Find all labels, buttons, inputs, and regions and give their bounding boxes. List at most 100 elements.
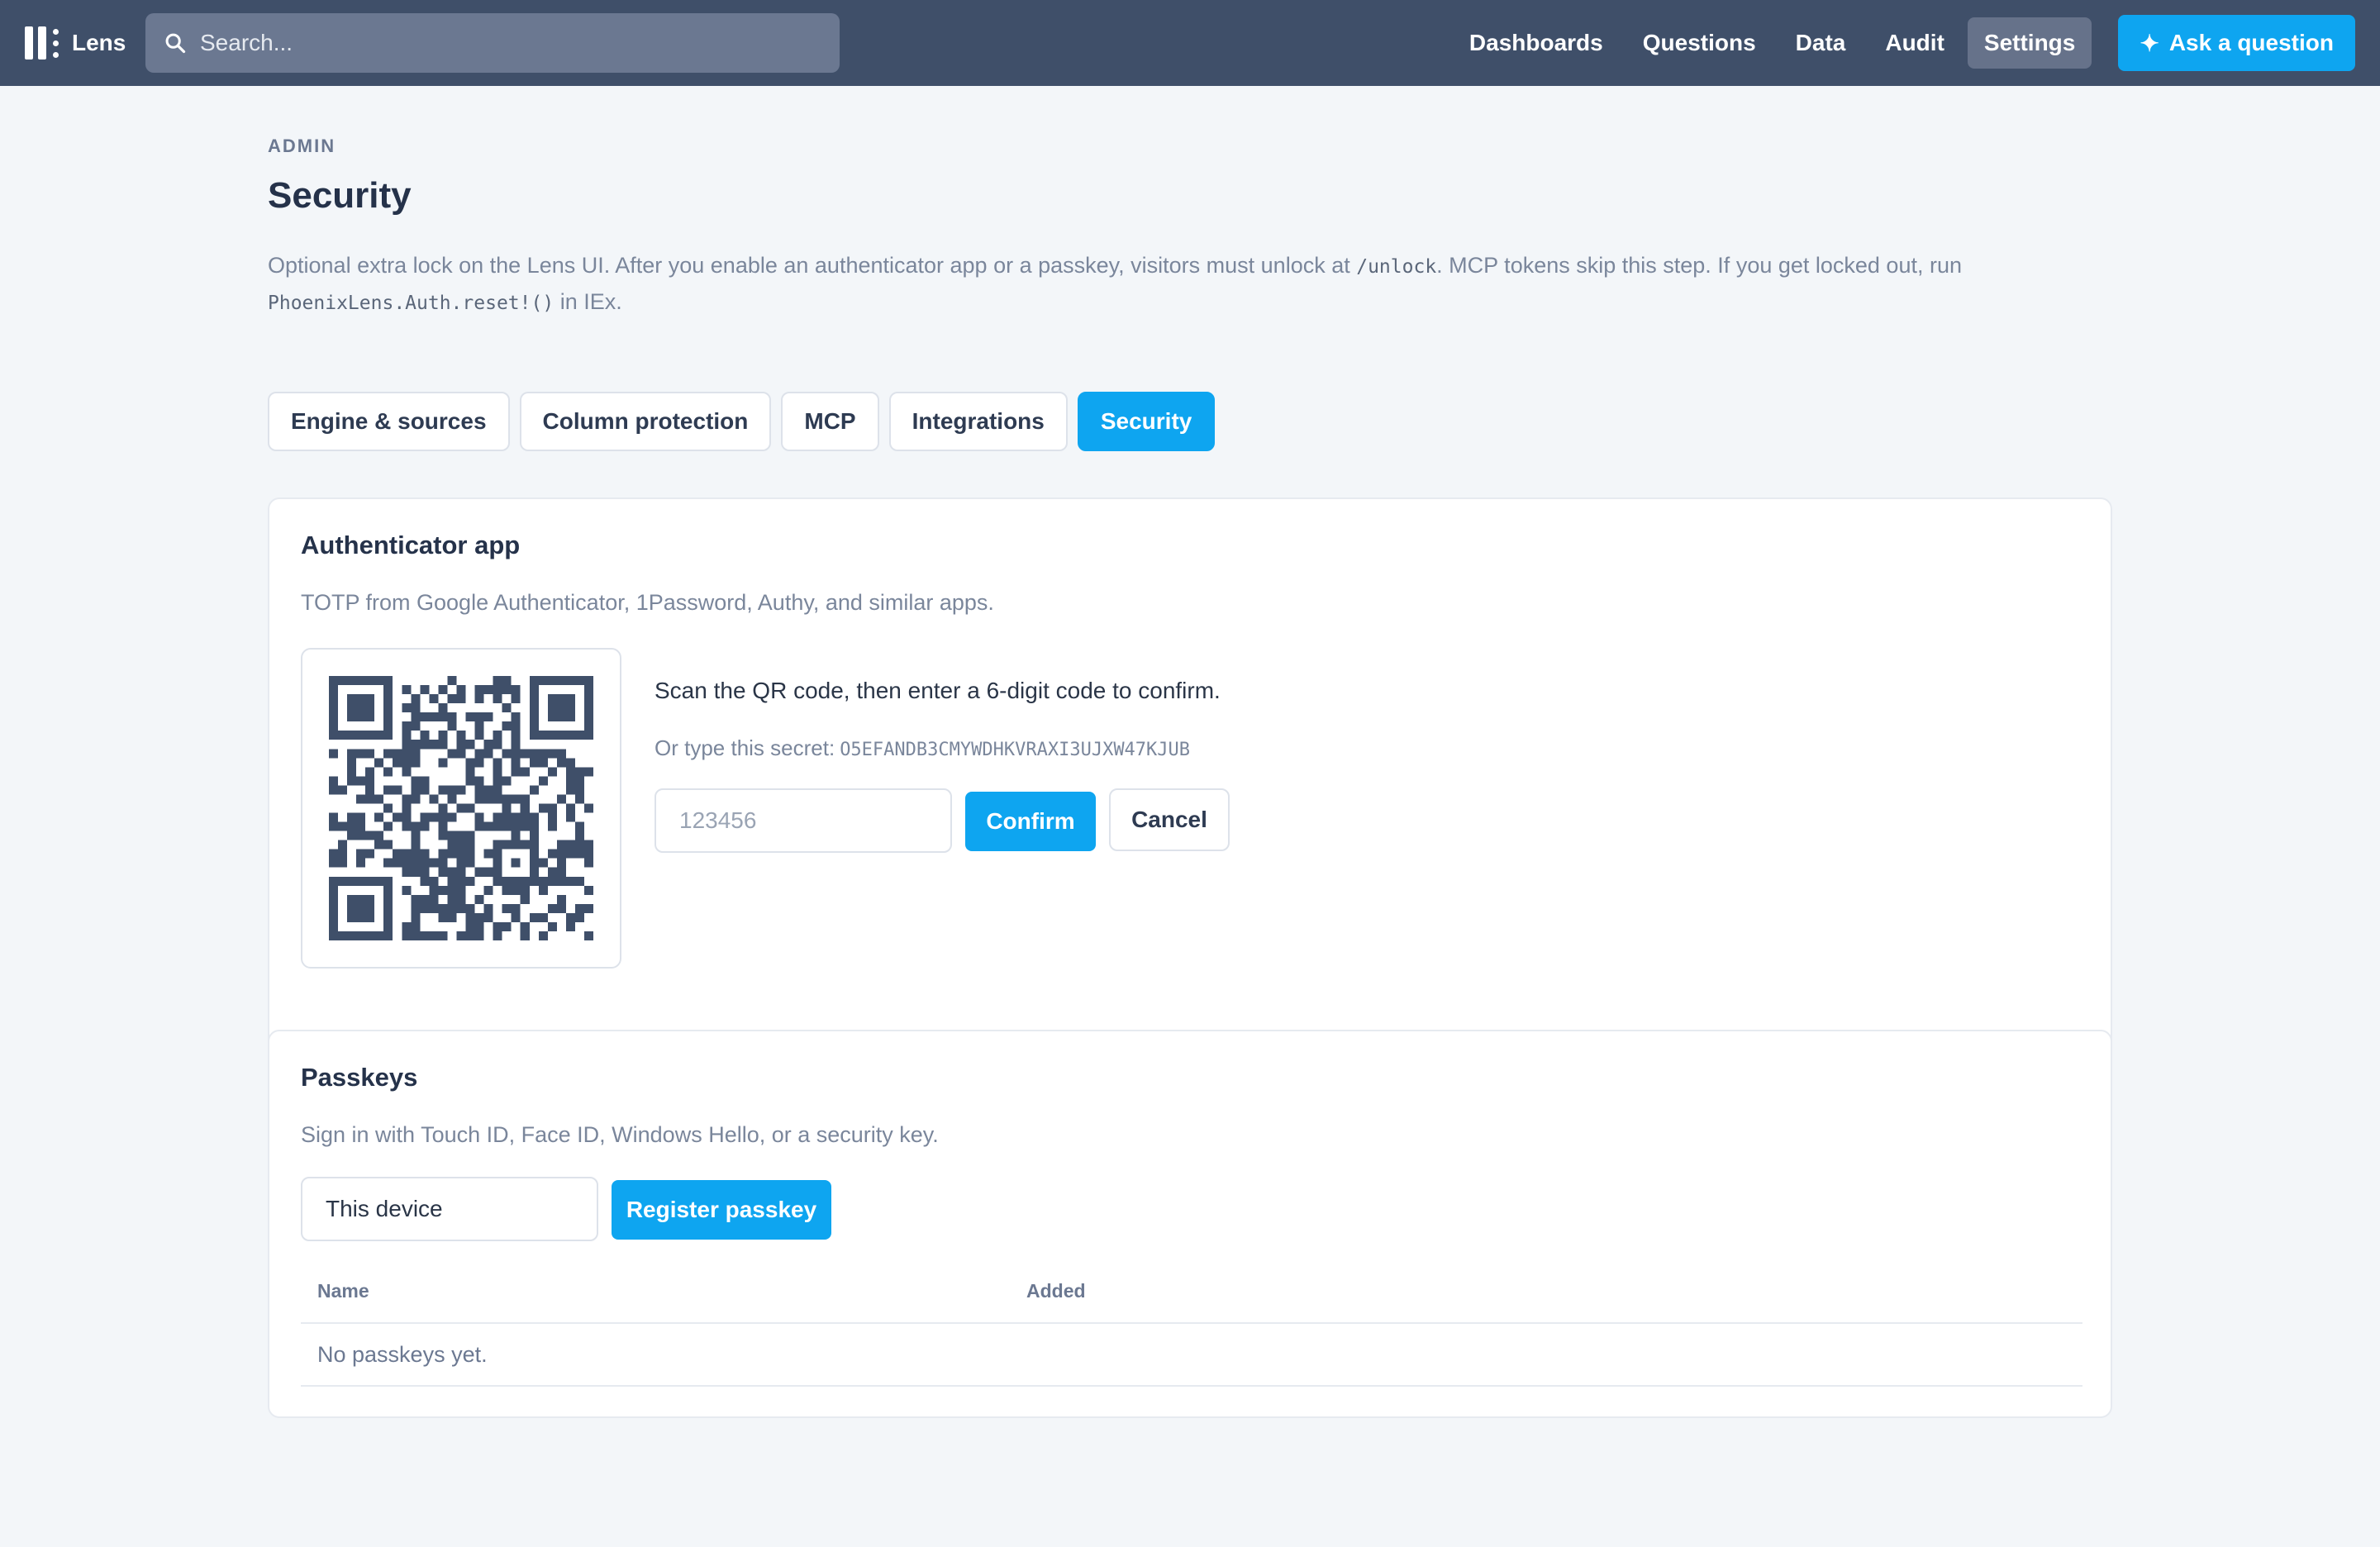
qr-module: [329, 676, 339, 686]
qr-module: [493, 694, 502, 704]
qr-module: [502, 776, 512, 786]
confirm-button[interactable]: Confirm: [965, 792, 1096, 851]
qr-module: [402, 931, 412, 940]
qr-module: [420, 740, 430, 750]
nav-questions[interactable]: Questions: [1626, 17, 1773, 69]
tab-engine-sources[interactable]: Engine & sources: [268, 392, 510, 451]
qr-module: [556, 712, 566, 722]
passkey-name-input[interactable]: [301, 1177, 598, 1241]
qr-module: [347, 776, 357, 786]
qr-module: [438, 858, 448, 868]
qr-module: [365, 894, 375, 904]
nav-settings[interactable]: Settings: [1967, 17, 2092, 69]
qr-module: [447, 894, 457, 904]
qr-module: [529, 712, 539, 722]
qr-module: [502, 794, 512, 804]
global-search[interactable]: [145, 13, 840, 73]
qr-code: [329, 676, 593, 940]
qr-module: [538, 776, 548, 786]
qr-module: [356, 912, 366, 922]
qr-module: [511, 694, 521, 704]
qr-module: [438, 903, 448, 913]
qr-module: [529, 831, 539, 840]
qr-module: [411, 849, 421, 859]
qr-module: [356, 858, 366, 868]
qr-module: [438, 785, 448, 795]
qr-module: [529, 758, 539, 768]
totp-code-input[interactable]: [654, 788, 952, 853]
qr-module: [574, 676, 584, 686]
qr-module: [447, 794, 457, 804]
qr-module: [574, 731, 584, 740]
qr-module: [511, 885, 521, 895]
qr-module: [465, 803, 475, 813]
qr-module: [429, 858, 439, 868]
qr-module: [456, 831, 466, 840]
tab-integrations[interactable]: Integrations: [888, 392, 1068, 451]
qr-module: [438, 849, 448, 859]
qr-module: [365, 676, 375, 686]
qr-module: [493, 776, 502, 786]
qr-module: [565, 776, 575, 786]
qr-module: [538, 758, 548, 768]
qr-module: [447, 676, 457, 686]
qr-module: [456, 885, 466, 895]
nav-dashboards[interactable]: Dashboards: [1453, 17, 1620, 69]
qr-module: [347, 876, 357, 886]
qr-module: [529, 721, 539, 731]
qr-module: [356, 903, 366, 913]
qr-module: [456, 740, 466, 750]
qr-module: [447, 712, 457, 722]
register-passkey-button[interactable]: Register passkey: [612, 1180, 831, 1240]
qr-module: [529, 867, 539, 877]
qr-module: [383, 885, 393, 895]
app-logo[interactable]: Lens: [25, 25, 126, 61]
totp-secret: O5EFANDB3CMYWDHKVRAXI3UJXW47KJUB: [840, 740, 1191, 760]
qr-module: [338, 840, 348, 850]
qr-module: [329, 785, 339, 795]
qr-module: [493, 794, 502, 804]
qr-module: [329, 749, 339, 759]
qr-module: [347, 731, 357, 740]
qr-module: [393, 858, 402, 868]
authenticator-card: Authenticator app TOTP from Google Authe…: [268, 497, 2112, 1081]
qr-module: [338, 731, 348, 740]
cancel-button[interactable]: Cancel: [1109, 788, 1230, 851]
qr-module: [383, 685, 393, 695]
qr-module: [356, 821, 366, 831]
tab-mcp[interactable]: MCP: [781, 392, 879, 451]
qr-module: [429, 740, 439, 750]
nav-audit[interactable]: Audit: [1868, 17, 1961, 69]
qr-module: [420, 876, 430, 886]
tab-column-protection[interactable]: Column protection: [519, 392, 772, 451]
qr-module: [329, 812, 339, 822]
qr-module: [574, 912, 584, 922]
qr-module: [493, 812, 502, 822]
qr-module: [447, 912, 457, 922]
qr-module: [447, 785, 457, 795]
qr-module: [483, 821, 493, 831]
qr-module: [383, 921, 393, 931]
passkeys-table: Name Added No passkeys yet.: [301, 1259, 2082, 1387]
qr-module: [465, 912, 475, 922]
qr-module: [574, 849, 584, 859]
qr-module: [411, 758, 421, 768]
qr-module: [402, 758, 412, 768]
qr-module: [411, 921, 421, 931]
nav-data[interactable]: Data: [1779, 17, 1863, 69]
qr-module: [347, 821, 357, 831]
qr-module: [338, 785, 348, 795]
settings-tabs: Engine & sources Column protection MCP I…: [268, 392, 1225, 451]
tab-security[interactable]: Security: [1077, 392, 1216, 451]
qr-module: [411, 931, 421, 940]
qr-module: [356, 894, 366, 904]
qr-module: [483, 685, 493, 695]
qr-module: [356, 849, 366, 859]
qr-module: [356, 676, 366, 686]
qr-module: [356, 694, 366, 704]
page-title: Security: [268, 175, 412, 216]
qr-module: [429, 694, 439, 704]
ask-question-button[interactable]: ✦ Ask a question: [2118, 15, 2355, 71]
search-input[interactable]: [200, 30, 778, 56]
qr-module: [493, 858, 502, 868]
